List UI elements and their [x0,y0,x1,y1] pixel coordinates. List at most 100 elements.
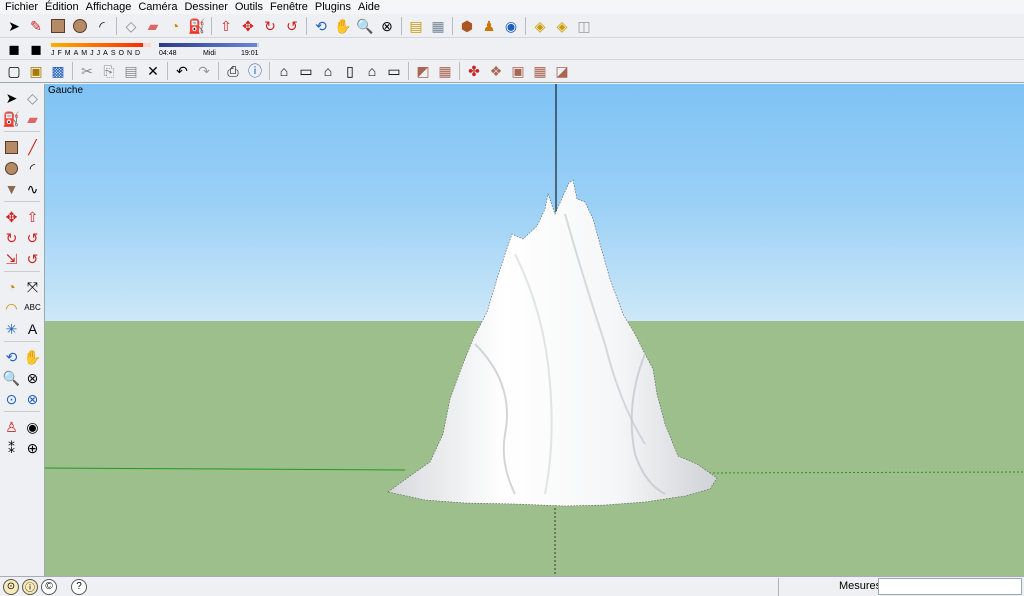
delete-icon[interactable]: ✕ [143,61,163,81]
rectangle-icon[interactable] [48,16,68,36]
zoom-extents-icon[interactable]: ⊗ [23,389,42,409]
add-detail-icon[interactable]: ▦ [530,61,550,81]
eraser-icon[interactable]: ▰ [23,109,42,129]
menu-edition[interactable]: Édition [43,0,84,14]
menu-plugins[interactable]: Plugins [313,0,356,14]
back-view-icon[interactable]: ⌂ [362,61,382,81]
right-view-icon[interactable]: ▯ [340,61,360,81]
menu-aide[interactable]: Aide [356,0,385,14]
move-icon[interactable]: ✥ [238,16,258,36]
select-icon[interactable]: ➤ [2,88,21,108]
follow-me-icon[interactable]: ↺ [282,16,302,36]
credits-icon[interactable]: ⓘ [22,578,38,595]
orbit-icon[interactable]: ⟲ [2,347,21,367]
make-component-icon[interactable]: ◇ [121,16,141,36]
select-icon[interactable]: ➤ [4,16,24,36]
tape-measure-icon[interactable]: ◔ [165,16,185,36]
redo-icon[interactable]: ↷ [194,61,214,81]
layers-icon[interactable]: ◫ [574,16,594,36]
open-icon[interactable]: ▣ [26,61,46,81]
stamp-icon[interactable]: ❖ [486,61,506,81]
help-icon[interactable]: ? [71,578,87,595]
freehand-icon[interactable]: ∿ [23,179,42,199]
menu-dessiner[interactable]: Dessiner [182,0,232,14]
google-earth-icon[interactable]: ♟ [479,16,499,36]
drawing-viewport[interactable]: Gauche [45,84,1024,576]
cut-icon[interactable]: ✂ [77,61,97,81]
measurements-input[interactable] [878,578,1022,595]
look-around-icon[interactable]: ◉ [23,417,42,437]
make-component-icon[interactable]: ◇ [23,88,42,108]
import-icon[interactable]: ◈ [530,16,550,36]
drape-icon[interactable]: ▣ [508,61,528,81]
menu-camera[interactable]: Caméra [136,0,182,14]
protractor-icon[interactable]: ◠ [2,298,21,318]
pencil-icon[interactable]: ✎ [26,16,46,36]
flip-edge-icon[interactable]: ◪ [552,61,572,81]
mountain-terrain[interactable] [387,179,718,507]
geolocation-icon[interactable]: ⊙ [3,578,19,595]
left-view-icon[interactable]: ▭ [384,61,404,81]
toposhaper-icon[interactable]: ◉ [501,16,521,36]
push-pull-icon[interactable]: ⇧ [216,16,236,36]
menu-fichier[interactable]: Fichier [3,0,43,14]
zoom-extents-icon[interactable]: ⊗ [377,16,397,36]
position-camera-icon[interactable]: ♙ [2,417,21,437]
front-view-icon[interactable]: ⌂ [318,61,338,81]
line-icon[interactable]: ╱ [23,137,42,157]
display-shadows-icon[interactable]: ◼ [26,39,46,59]
paint-bucket-icon[interactable]: ⛽ [2,109,21,129]
push-pull-icon[interactable]: ⇧ [23,207,42,227]
offset-icon[interactable]: ↺ [23,249,42,269]
walk-icon[interactable]: ⁑ [2,438,21,458]
rotate-icon[interactable]: ↻ [2,228,21,248]
axes-icon[interactable]: ✳ [2,319,21,339]
paste-icon[interactable]: ▤ [121,61,141,81]
paint-bucket-icon[interactable]: ⛽ [187,16,207,36]
shadow-settings-icon[interactable]: ◼ [4,39,24,59]
follow-me-icon[interactable]: ↺ [23,228,42,248]
move-icon[interactable]: ✥ [2,207,21,227]
arc-icon[interactable]: ◜ [23,158,42,178]
share-model-icon[interactable]: ▦ [428,16,448,36]
zoom-window-icon[interactable]: ⊗ [23,368,42,388]
sandbox-from-scratch-icon[interactable]: ▦ [435,61,455,81]
save-icon[interactable]: ▩ [48,61,68,81]
get-models-icon[interactable]: ▤ [406,16,426,36]
section-plane-icon[interactable]: ⊕ [23,438,42,458]
pan-icon[interactable]: ✋ [23,347,42,367]
dimension-icon[interactable]: ⤧ [23,277,42,297]
smoove-icon[interactable]: ✤ [464,61,484,81]
tape-measure-icon[interactable]: ◔ [2,277,21,297]
rotate-icon[interactable]: ↻ [260,16,280,36]
circle-icon[interactable] [2,158,21,178]
copyright-icon[interactable]: © [41,578,57,595]
copy-icon[interactable]: ⎘ [99,61,119,81]
text-icon[interactable]: ABC [23,298,42,318]
zoom-icon[interactable]: 🔍 [2,368,21,388]
new-icon[interactable]: ▢ [4,61,24,81]
arc-icon[interactable]: ◜ [92,16,112,36]
rectangle-icon[interactable] [2,137,21,157]
scale-icon[interactable]: ⇲ [2,249,21,269]
eraser-icon[interactable]: ▰ [143,16,163,36]
top-view-icon[interactable]: ▭ [296,61,316,81]
time-slider[interactable]: 04:48 Midi 19:01 [159,40,259,58]
print-icon[interactable]: ⎙ [223,61,243,81]
3d-text-icon[interactable]: A [23,319,42,339]
menu-outils[interactable]: Outils [233,0,268,14]
pan-icon[interactable]: ✋ [333,16,353,36]
circle-icon[interactable] [70,16,90,36]
zoom-icon[interactable]: 🔍 [355,16,375,36]
menu-fenetre[interactable]: Fenêtre [268,0,313,14]
components-icon[interactable]: ⬢ [457,16,477,36]
previous-view-icon[interactable]: ⊙ [2,389,21,409]
date-slider[interactable] [51,40,151,50]
undo-icon[interactable]: ↶ [172,61,192,81]
sandbox-from-contours-icon[interactable]: ◩ [413,61,433,81]
orbit-icon[interactable]: ⟲ [311,16,331,36]
menu-affichage[interactable]: Affichage [84,0,137,14]
polygon-icon[interactable]: ▼ [2,179,21,199]
model-info-icon[interactable]: ⓘ [245,61,265,81]
iso-view-icon[interactable]: ⌂ [274,61,294,81]
